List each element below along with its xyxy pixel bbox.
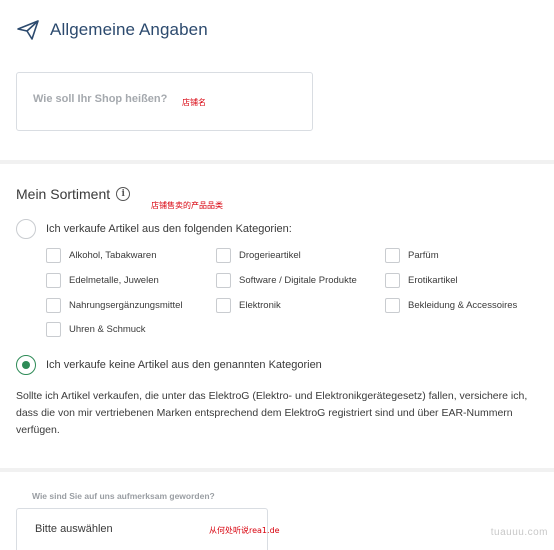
annotation-shop-name: 店铺名 — [182, 98, 206, 107]
category-checkbox[interactable] — [385, 298, 400, 313]
category-item[interactable]: Drogerieartikel — [216, 248, 301, 263]
category-label: Bekleidung & Accessoires — [408, 300, 518, 311]
radio-sells-categories-label: Ich verkaufe Artikel aus den folgenden K… — [46, 223, 292, 235]
category-item[interactable]: Elektronik — [216, 298, 281, 313]
category-label: Nahrungsergänzungsmittel — [69, 300, 183, 311]
category-checkbox[interactable] — [385, 248, 400, 263]
annotation-source: 从何处听说rea1.de — [209, 526, 280, 535]
category-item[interactable]: Nahrungsergänzungsmittel — [46, 298, 183, 313]
category-label: Software / Digitale Produkte — [239, 275, 357, 286]
shop-name-field[interactable] — [16, 72, 313, 131]
category-item[interactable]: Alkohol, Tabakwaren — [46, 248, 157, 263]
category-checkbox[interactable] — [46, 273, 61, 288]
category-label: Drogerieartikel — [239, 250, 301, 261]
category-checkbox[interactable] — [46, 298, 61, 313]
category-label: Edelmetalle, Juwelen — [69, 275, 159, 286]
watermark: tuauuu.com — [490, 527, 548, 538]
category-checkbox[interactable] — [216, 273, 231, 288]
category-item[interactable]: Erotikartikel — [385, 273, 458, 288]
category-label: Uhren & Schmuck — [69, 324, 146, 335]
category-item[interactable]: Parfüm — [385, 248, 439, 263]
radio-option-no-categories[interactable]: Ich verkaufe keine Artikel aus den genan… — [16, 355, 322, 375]
category-grid: Alkohol, Tabakwaren Drogerieartikel Parf… — [46, 248, 546, 344]
category-item[interactable]: Uhren & Schmuck — [46, 322, 146, 337]
category-label: Elektronik — [239, 300, 281, 311]
category-label: Erotikartikel — [408, 275, 458, 286]
info-icon[interactable]: i — [116, 187, 131, 201]
general-header: Allgemeine Angaben — [16, 18, 208, 42]
annotation-assortment: 店铺售卖的产品品类 — [151, 201, 223, 210]
assortment-title: Mein Sortiment — [16, 186, 111, 202]
category-checkbox[interactable] — [46, 248, 61, 263]
category-checkbox[interactable] — [216, 298, 231, 313]
radio-sells-categories[interactable] — [16, 219, 36, 239]
shop-name-input[interactable] — [33, 93, 183, 105]
assortment-title-row: Mein Sortiment i — [16, 186, 131, 202]
general-panel: Allgemeine Angaben — [0, 0, 554, 160]
source-select-value: Bitte auswählen — [35, 523, 113, 535]
radio-no-categories[interactable] — [16, 355, 36, 375]
category-item[interactable]: Software / Digitale Produkte — [216, 273, 357, 288]
radio-option-sells-categories[interactable]: Ich verkaufe Artikel aus den folgenden K… — [16, 219, 292, 239]
paper-plane-icon — [17, 20, 39, 40]
section-title-general: Allgemeine Angaben — [50, 20, 208, 39]
category-label: Alkohol, Tabakwaren — [69, 250, 157, 261]
category-checkbox[interactable] — [216, 248, 231, 263]
category-checkbox[interactable] — [385, 273, 400, 288]
source-question-label: Wie sind Sie auf uns aufmerksam geworden… — [32, 491, 215, 501]
category-item[interactable]: Edelmetalle, Juwelen — [46, 273, 159, 288]
category-label: Parfüm — [408, 250, 439, 261]
category-item[interactable]: Bekleidung & Accessoires — [385, 298, 517, 313]
category-checkbox[interactable] — [46, 322, 61, 337]
radio-no-categories-label: Ich verkaufe keine Artikel aus den genan… — [46, 359, 322, 371]
elektrog-notice: Sollte ich Artikel verkaufen, die unter … — [16, 390, 528, 436]
